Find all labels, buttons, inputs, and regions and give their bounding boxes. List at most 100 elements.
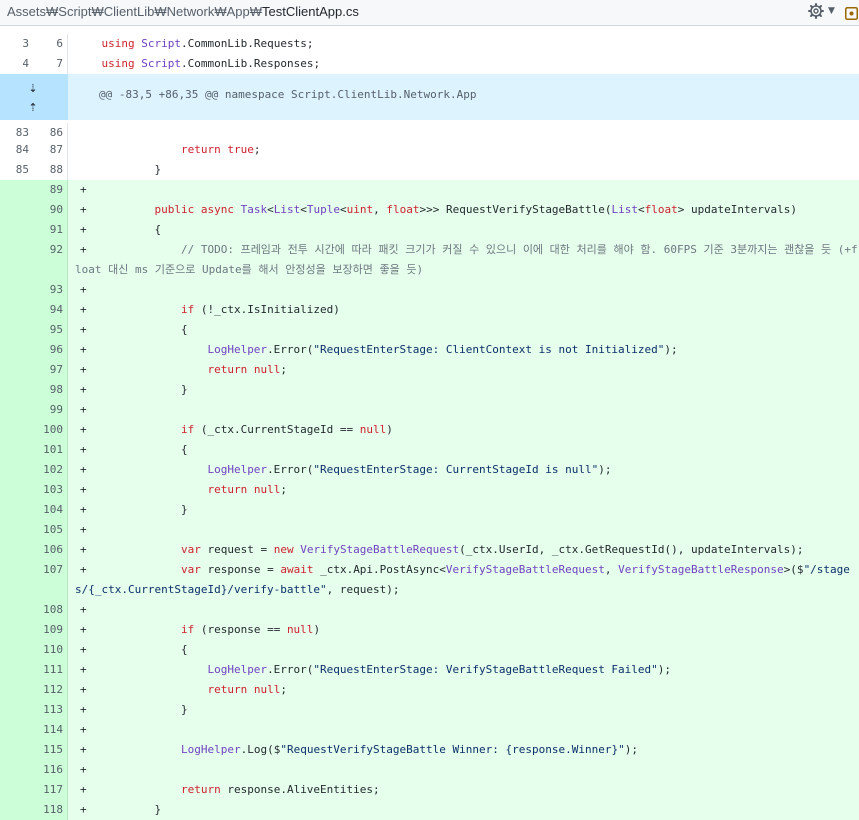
code-text: { (75, 223, 162, 236)
new-line-number[interactable]: 92 (33, 240, 68, 280)
old-line-number[interactable] (0, 660, 33, 680)
diff-marker: + (80, 383, 87, 396)
old-line-number[interactable] (0, 520, 33, 540)
old-line-number[interactable] (0, 620, 33, 640)
old-line-number[interactable] (0, 400, 33, 420)
old-line-number[interactable] (0, 280, 33, 300)
old-line-number[interactable] (0, 740, 33, 760)
new-line-number[interactable]: 111 (33, 660, 68, 680)
diff-line-context: 47 using Script.CommonLib.Responses; (0, 54, 859, 74)
new-line-number[interactable]: 108 (33, 600, 68, 620)
old-line-number[interactable] (0, 680, 33, 700)
diff-line-added: 103 + return null; (0, 480, 859, 500)
new-line-number[interactable]: 91 (33, 220, 68, 240)
new-line-number[interactable]: 6 (33, 34, 68, 54)
old-line-number[interactable] (0, 320, 33, 340)
new-line-number[interactable]: 97 (33, 360, 68, 380)
new-line-number[interactable]: 87 (33, 140, 68, 160)
old-line-number[interactable] (0, 300, 33, 320)
expand-down-button[interactable]: ⇣ (24, 81, 42, 97)
new-line-number[interactable]: 116 (33, 760, 68, 780)
old-line-number[interactable] (0, 640, 33, 660)
new-line-number[interactable]: 114 (33, 720, 68, 740)
new-line-number[interactable]: 109 (33, 620, 68, 640)
old-line-number[interactable] (0, 460, 33, 480)
diff-line-added: 101 + { (0, 440, 859, 460)
code-text: using Script.CommonLib.Responses; (101, 57, 321, 70)
view-file-button[interactable] (845, 5, 858, 20)
code-text: return null; (207, 363, 287, 376)
new-line-number[interactable]: 89 (33, 180, 68, 200)
old-line-number[interactable] (0, 360, 33, 380)
new-line-number[interactable]: 98 (33, 380, 68, 400)
old-line-number[interactable] (0, 780, 33, 800)
new-line-number[interactable]: 90 (33, 200, 68, 220)
old-line-number[interactable] (0, 180, 33, 200)
old-line-number[interactable] (0, 720, 33, 740)
old-line-number[interactable] (0, 200, 33, 220)
diff-line-added: 99 + (0, 400, 859, 420)
file-name: TestClientApp.cs (262, 4, 359, 19)
diff-line-context: 83 86 (0, 123, 859, 140)
new-line-number[interactable]: 101 (33, 440, 68, 460)
new-line-number[interactable]: 103 (33, 480, 68, 500)
diff-marker: + (80, 563, 87, 576)
diff-marker: + (80, 603, 87, 616)
file-path[interactable]: Assets₩Script₩ClientLib₩Network₩App₩Test… (7, 4, 359, 19)
code-text: } (75, 703, 188, 716)
old-line-number[interactable] (0, 480, 33, 500)
old-line-number[interactable] (0, 380, 33, 400)
new-line-number[interactable]: 102 (33, 460, 68, 480)
new-line-number[interactable]: 96 (33, 340, 68, 360)
new-line-number[interactable]: 107 (33, 560, 68, 600)
new-line-number[interactable]: 95 (33, 320, 68, 340)
code-cell: + (68, 760, 859, 780)
old-line-number[interactable] (0, 340, 33, 360)
expand-up-button[interactable]: ⇡ (24, 100, 42, 116)
old-line-number[interactable] (0, 220, 33, 240)
old-line-number[interactable] (0, 540, 33, 560)
diff-line-added: 94 + if (!_ctx.IsInitialized) (0, 300, 859, 320)
diff-line-context: 84 87 return true; (0, 140, 859, 160)
old-line-number[interactable] (0, 560, 33, 600)
new-line-number[interactable]: 112 (33, 680, 68, 700)
new-line-number[interactable]: 106 (33, 540, 68, 560)
old-line-number[interactable] (0, 600, 33, 620)
new-line-number[interactable]: 115 (33, 740, 68, 760)
new-line-number[interactable]: 99 (33, 400, 68, 420)
new-line-number[interactable]: 110 (33, 640, 68, 660)
old-line-number[interactable]: 4 (0, 54, 33, 74)
new-line-number[interactable]: 93 (33, 280, 68, 300)
diff-marker: + (80, 723, 87, 736)
new-line-number[interactable]: 104 (33, 500, 68, 520)
diff-marker: + (80, 703, 87, 716)
code-text: { (75, 323, 188, 336)
code-cell: + if (_ctx.CurrentStageId == null) (68, 420, 859, 440)
diff-line-added: 113 + } (0, 700, 859, 720)
new-line-number[interactable]: 117 (33, 780, 68, 800)
code-cell: + } (68, 500, 859, 520)
new-line-number[interactable]: 7 (33, 54, 68, 74)
new-line-number[interactable]: 118 (33, 800, 68, 820)
new-line-number[interactable]: 105 (33, 520, 68, 540)
old-line-number[interactable] (0, 500, 33, 520)
old-line-number[interactable]: 83 (0, 123, 33, 140)
old-line-number[interactable]: 3 (0, 34, 33, 54)
new-line-number[interactable]: 100 (33, 420, 68, 440)
old-line-number[interactable] (0, 440, 33, 460)
code-cell: + } (68, 800, 859, 820)
new-line-number[interactable]: 88 (33, 160, 68, 180)
settings-button[interactable]: ▼ (808, 3, 838, 23)
old-line-number[interactable] (0, 700, 33, 720)
old-line-number[interactable] (0, 420, 33, 440)
old-line-number[interactable] (0, 240, 33, 280)
old-line-number[interactable]: 84 (0, 140, 33, 160)
old-line-number[interactable]: 85 (0, 160, 33, 180)
diff-marker: + (80, 663, 87, 676)
code-cell: using Script.CommonLib.Responses; (68, 54, 859, 74)
new-line-number[interactable]: 94 (33, 300, 68, 320)
new-line-number[interactable]: 113 (33, 700, 68, 720)
old-line-number[interactable] (0, 760, 33, 780)
old-line-number[interactable] (0, 800, 33, 820)
new-line-number[interactable]: 86 (33, 123, 68, 140)
